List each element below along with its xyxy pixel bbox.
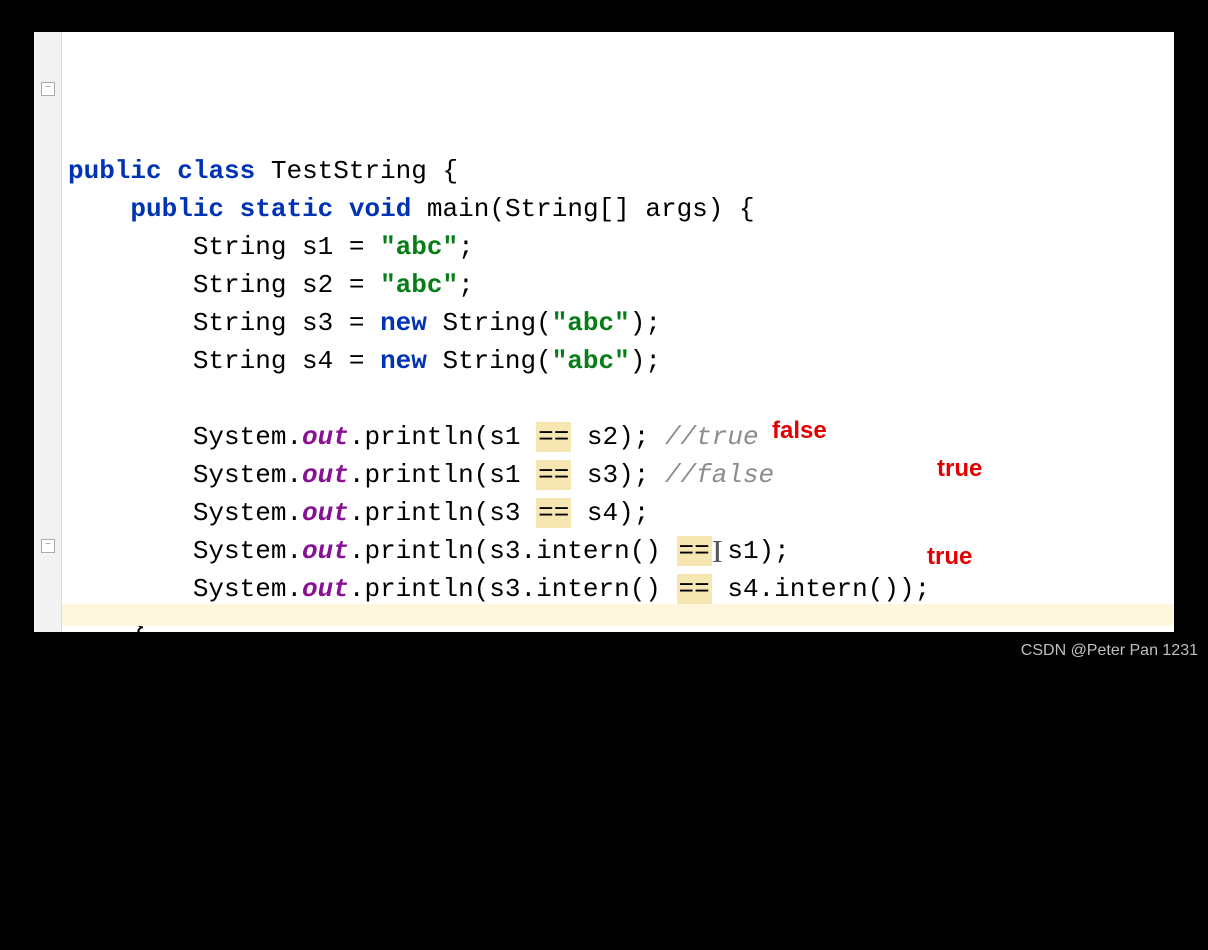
code-line: System.out.println(s1 == s2); //true <box>68 418 1174 456</box>
code-line: public class TestString { <box>68 152 1174 190</box>
code-line <box>68 380 1174 418</box>
annotation-true: true <box>937 450 982 488</box>
text-cursor-icon: I <box>712 532 723 570</box>
annotation-false: false <box>772 412 827 450</box>
code-area[interactable]: public class TestString { public static … <box>62 32 1174 632</box>
code-line: String s2 = "abc"; <box>68 266 1174 304</box>
watermark: CSDN @Peter Pan 1231 <box>1021 642 1198 660</box>
code-line: String s3 = new String("abc"); <box>68 304 1174 342</box>
gutter: − − <box>34 32 62 632</box>
code-line: public static void main(String[] args) { <box>68 190 1174 228</box>
fold-icon[interactable]: − <box>41 82 55 96</box>
code-line: } <box>68 646 1174 684</box>
code-line: System.out.println(s1 == s3); //false <box>68 456 1174 494</box>
code-line: String s4 = new String("abc"); <box>68 342 1174 380</box>
code-line: String s1 = "abc"; <box>68 228 1174 266</box>
code-line: System.out.println(s3 == s4); <box>68 494 1174 532</box>
code-editor: − − public class TestString { public sta… <box>34 32 1174 632</box>
annotation-true: true <box>927 538 972 576</box>
fold-icon[interactable]: − <box>41 539 55 553</box>
code-line: System.out.println(s3.intern() == s4.int… <box>68 570 1174 608</box>
code-line: System.out.println(s3.intern() == s1); <box>68 532 1174 570</box>
caret-line <box>62 604 1174 626</box>
